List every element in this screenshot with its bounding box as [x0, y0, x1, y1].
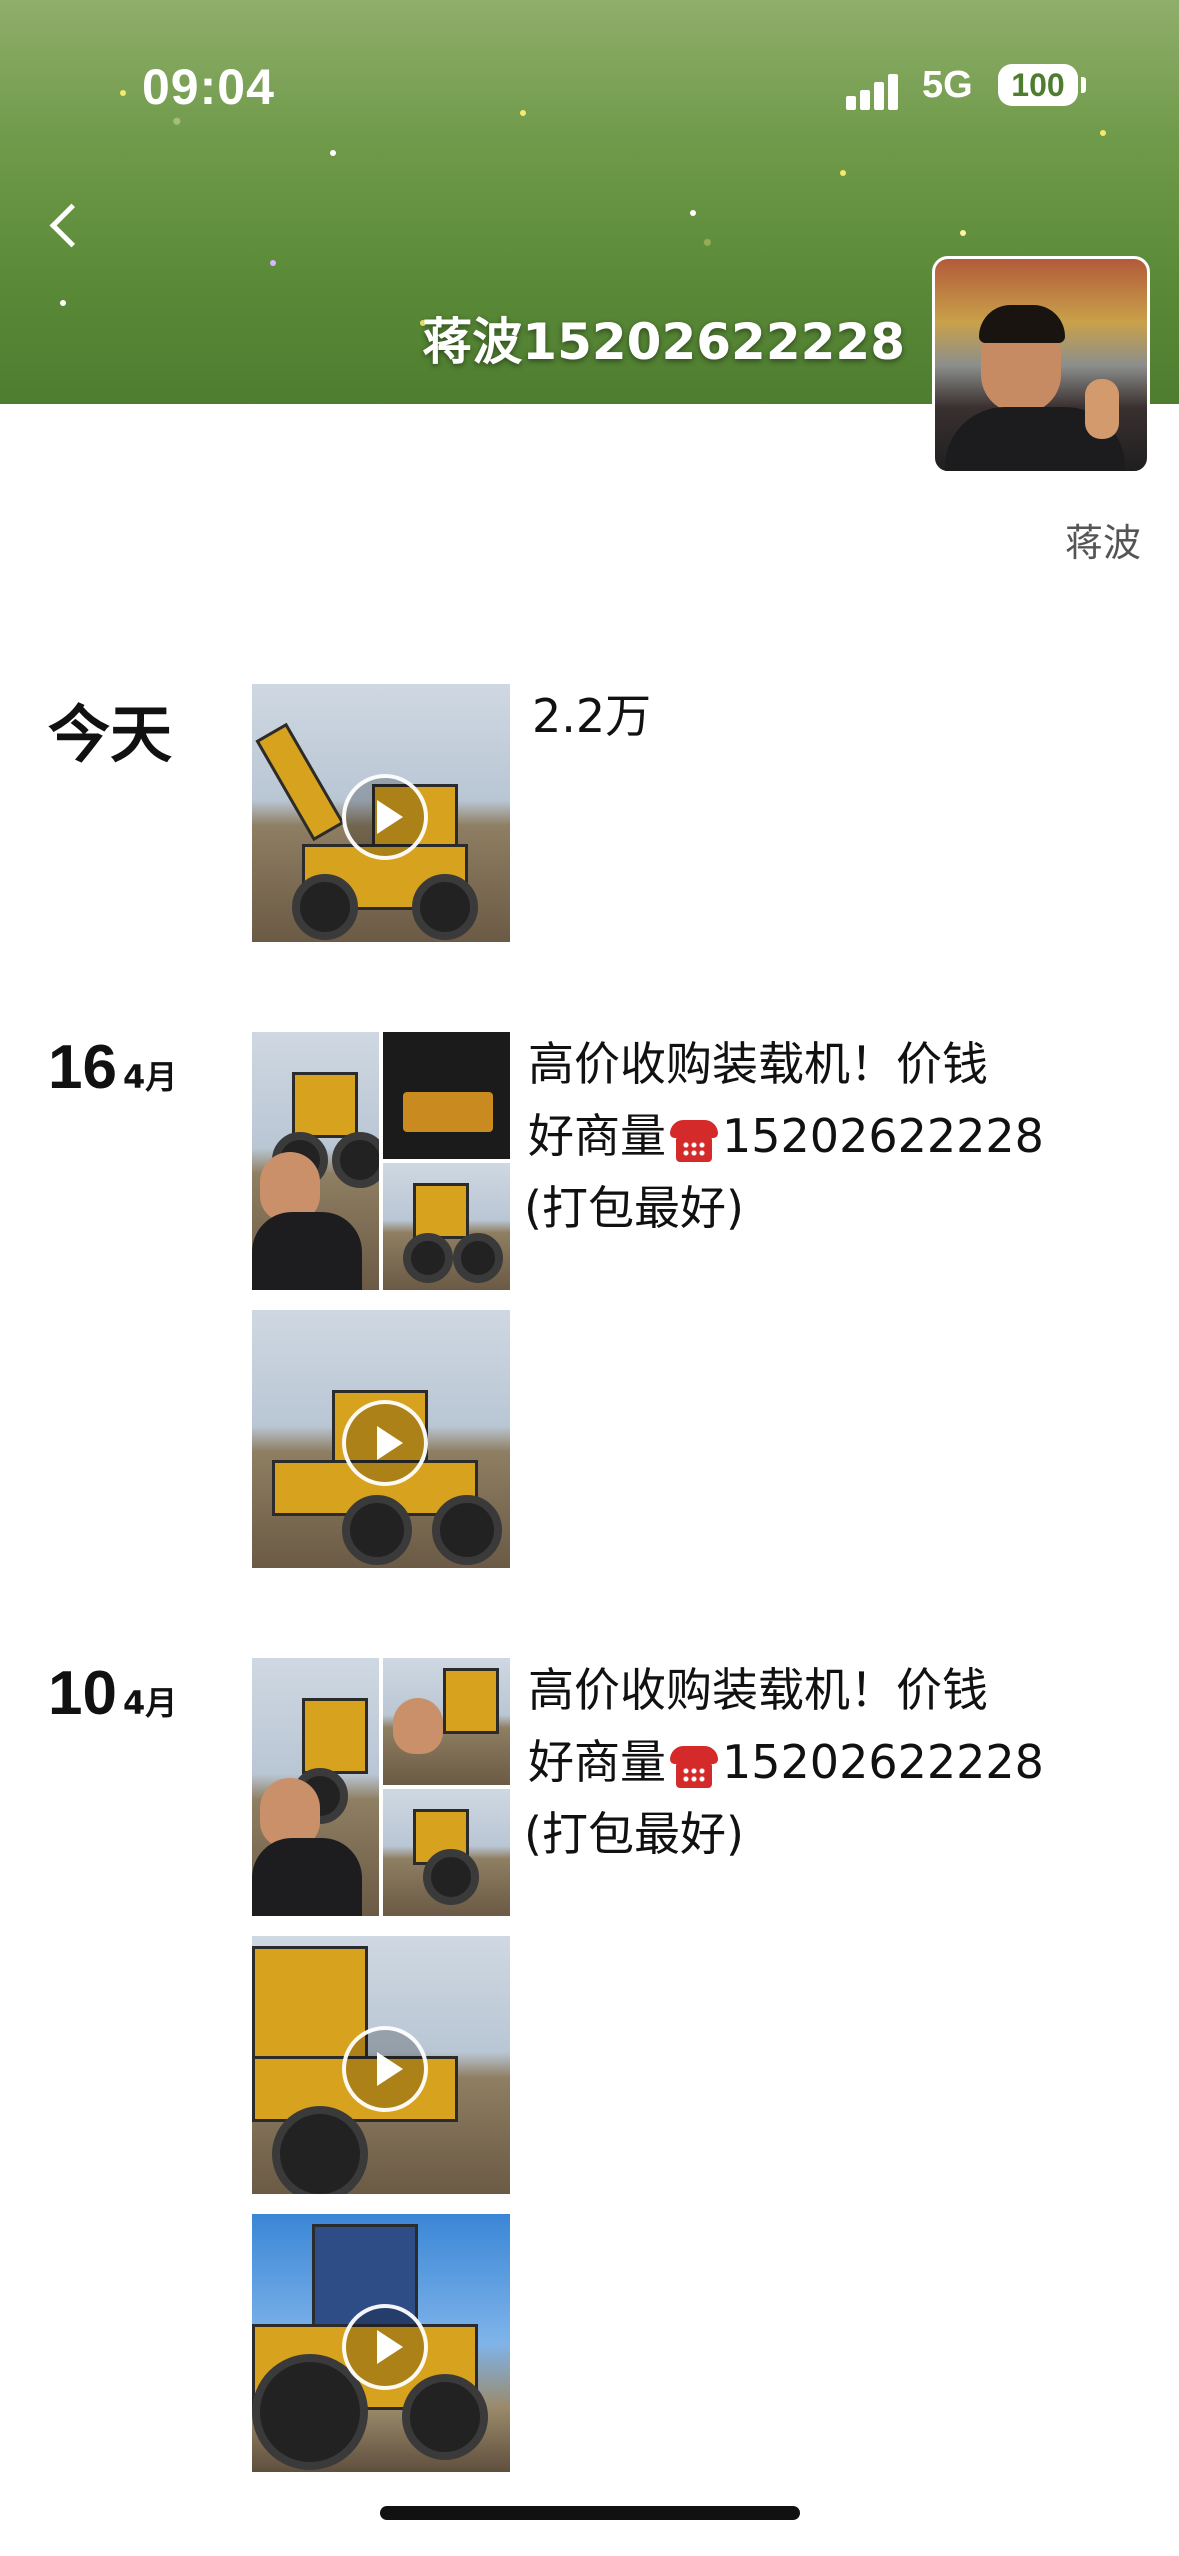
grid-photo[interactable]: [383, 1789, 510, 1916]
telephone-icon: [668, 1742, 720, 1790]
play-icon: [342, 1400, 428, 1486]
post-date-today: 今天: [48, 698, 173, 771]
post-caption-line: 高价收购装载机！价钱: [528, 1663, 988, 1717]
grid-photo[interactable]: [252, 1658, 379, 1916]
post-video-thumbnail[interactable]: [252, 1310, 510, 1568]
grid-photo[interactable]: [383, 1658, 510, 1785]
post-month: 4月: [122, 1684, 178, 1722]
post-video-thumbnail[interactable]: [252, 2214, 510, 2472]
grid-photo[interactable]: [383, 1032, 510, 1159]
cover-title: 蒋波15202622228: [422, 313, 905, 371]
status-bar: 09:04 5G 100: [0, 58, 1179, 118]
post-month: 4月: [122, 1058, 178, 1096]
caption-text: 好商量: [528, 1109, 666, 1163]
network-type: 5G: [922, 64, 973, 106]
profile-avatar[interactable]: [932, 256, 1150, 474]
post-caption-line: 好商量 15202622228: [528, 1100, 1044, 1172]
post-video-thumbnail[interactable]: [252, 1936, 510, 2194]
home-indicator[interactable]: [380, 2506, 800, 2520]
post-caption-line: 好商量 15202622228: [528, 1726, 1044, 1798]
caption-phone[interactable]: 15202622228: [722, 1109, 1044, 1163]
play-icon: [342, 2304, 428, 2390]
cellular-signal-icon: [846, 70, 906, 110]
post-caption-line: (打包最好): [524, 1181, 744, 1235]
back-chevron-icon[interactable]: [46, 196, 86, 256]
status-time: 09:04: [142, 59, 275, 115]
play-icon: [342, 2026, 428, 2112]
grid-photo[interactable]: [383, 1163, 510, 1290]
post-video-thumbnail[interactable]: [252, 684, 510, 942]
telephone-icon: [668, 1116, 720, 1164]
post-image-grid[interactable]: [252, 1658, 510, 1916]
post-caption: 2.2万: [532, 689, 652, 743]
post-date: 10 4月: [48, 1658, 177, 1729]
caption-text: 好商量: [528, 1735, 666, 1789]
post-day: 10: [48, 1659, 117, 1728]
battery-icon: 100: [998, 64, 1086, 106]
profile-name[interactable]: 蒋波: [1065, 512, 1141, 567]
caption-phone[interactable]: 15202622228: [722, 1735, 1044, 1789]
post-caption-line: 高价收购装载机！价钱: [528, 1037, 988, 1091]
play-icon: [342, 774, 428, 860]
post-caption-line: (打包最好): [524, 1807, 744, 1861]
post-image-grid[interactable]: [252, 1032, 510, 1290]
post-day: 16: [48, 1033, 117, 1102]
post-date: 16 4月: [48, 1032, 177, 1103]
grid-photo[interactable]: [252, 1032, 379, 1290]
